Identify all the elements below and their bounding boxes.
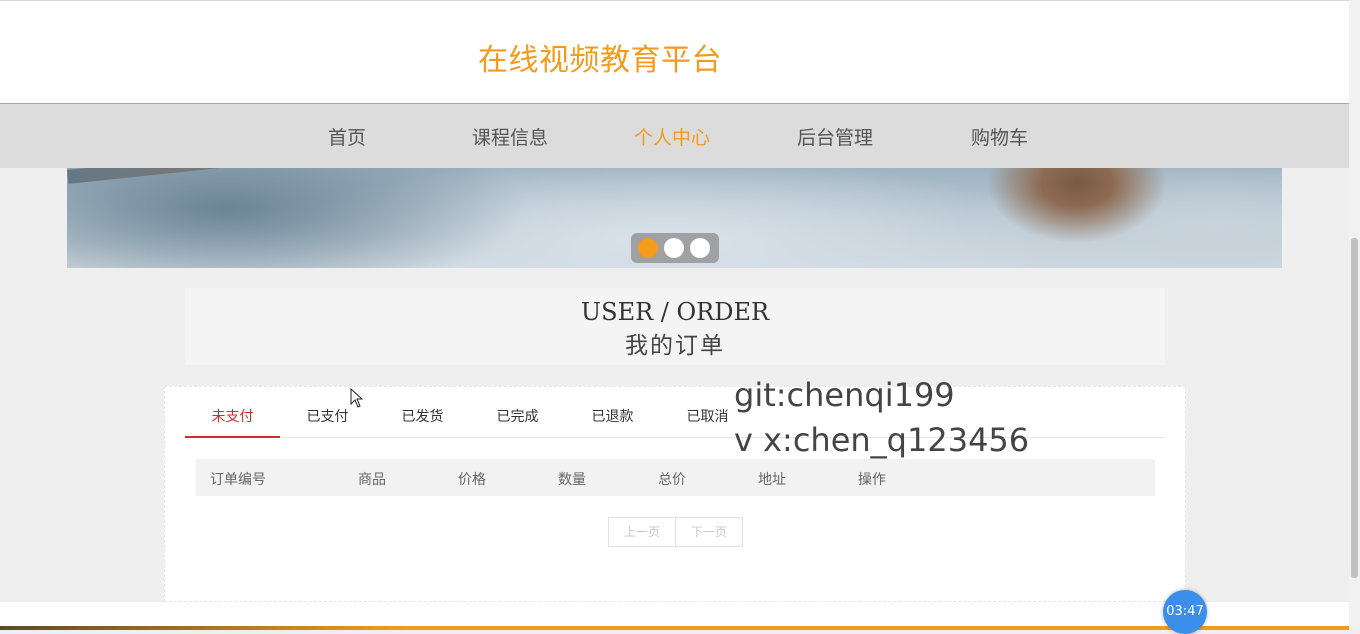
orders-panel: 未支付 已支付 已发货 已完成 已退款 已取消 订单编号 商品 价格 数量 总价… — [164, 386, 1186, 602]
next-page-button[interactable]: 下一页 — [675, 518, 742, 546]
site-header: 在线视频教育平台 — [0, 0, 1349, 105]
tab-unpaid[interactable]: 未支付 — [185, 387, 280, 438]
banner-image-detail — [67, 168, 298, 184]
nav-item-cart[interactable]: 购物车 — [971, 123, 1028, 150]
nav-item-home[interactable]: 首页 — [328, 123, 366, 150]
carousel-indicator — [631, 233, 719, 263]
column-header-quantity: 数量 — [558, 472, 586, 488]
prev-page-button[interactable]: 上一页 — [609, 518, 675, 546]
scrollbar-thumb[interactable] — [1351, 238, 1358, 578]
carousel-dot-3[interactable] — [690, 238, 710, 258]
column-header-address: 地址 — [758, 472, 786, 488]
section-header: USER / ORDER 我的订单 — [185, 288, 1165, 365]
nav-item-admin[interactable]: 后台管理 — [797, 123, 873, 150]
footer-accent-line — [0, 626, 1349, 630]
tab-refunded[interactable]: 已退款 — [565, 387, 660, 437]
tab-shipped[interactable]: 已发货 — [375, 387, 470, 437]
orders-table-header: 订单编号 商品 价格 数量 总价 地址 操作 — [196, 459, 1155, 496]
column-header-price: 价格 — [458, 472, 486, 488]
section-title-cn: 我的订单 — [625, 333, 725, 359]
mouse-cursor-icon — [350, 388, 364, 408]
pagination: 上一页 下一页 — [608, 517, 743, 547]
column-header-total: 总价 — [658, 472, 686, 488]
site-title: 在线视频教育平台 — [478, 43, 722, 78]
nav-item-personal-center[interactable]: 个人中心 — [634, 123, 710, 150]
tab-completed[interactable]: 已完成 — [470, 387, 565, 437]
recording-timer-badge[interactable]: 03:47 — [1163, 590, 1207, 634]
vertical-scrollbar[interactable] — [1349, 0, 1360, 630]
column-header-order-id: 订单编号 — [210, 472, 266, 488]
carousel-dot-2[interactable] — [664, 238, 684, 258]
watermark-line-1: git:chenqi199 — [734, 376, 955, 414]
watermark-line-2: v x:chen_q123456 — [734, 421, 1030, 459]
main-nav: 首页 课程信息 个人中心 后台管理 购物车 — [0, 104, 1349, 168]
carousel-dot-1[interactable] — [638, 238, 658, 258]
column-header-product: 商品 — [358, 472, 386, 488]
section-title-en: USER / ORDER — [580, 298, 770, 326]
nav-item-courses[interactable]: 课程信息 — [472, 123, 548, 150]
column-header-actions: 操作 — [858, 472, 886, 488]
